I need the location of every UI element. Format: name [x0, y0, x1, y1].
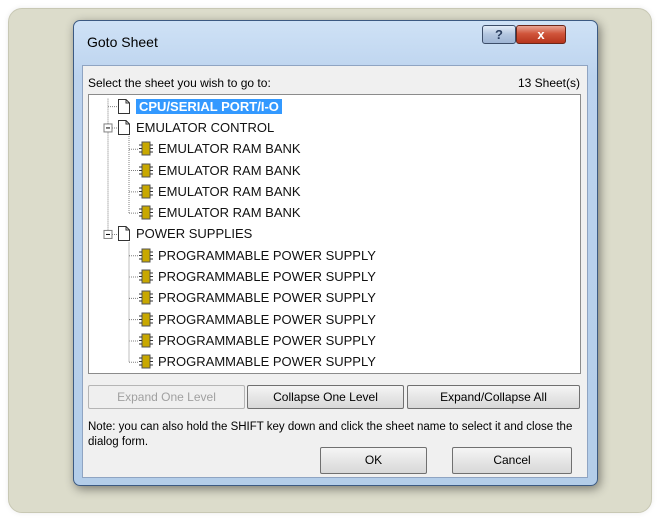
component-chip-icon: [139, 141, 153, 156]
component-chip-icon: [139, 163, 153, 178]
tree-item-component[interactable]: EMULATOR RAM BANK: [139, 182, 301, 201]
sheet-document-icon: [118, 98, 130, 114]
tree-item-component[interactable]: PROGRAMMABLE POWER SUPPLY: [139, 267, 376, 286]
tree-item-sheet[interactable]: POWER SUPPLIES: [117, 224, 252, 243]
cancel-button[interactable]: Cancel: [452, 447, 572, 474]
component-chip-icon: [139, 184, 153, 199]
sheet-document-icon: [118, 226, 130, 242]
tree-item-component[interactable]: EMULATOR RAM BANK: [139, 139, 301, 158]
tree-item-label: PROGRAMMABLE POWER SUPPLY: [158, 269, 376, 285]
tree-item-label: PROGRAMMABLE POWER SUPPLY: [158, 290, 376, 306]
sheet-tree[interactable]: CPU/SERIAL PORT/I-O EMULATOR CONTROL EMULA…: [88, 94, 581, 374]
tree-item-label: POWER SUPPLIES: [136, 226, 253, 242]
component-chip-icon: [139, 333, 153, 348]
sheet-document-icon: [118, 119, 130, 135]
tree-item-component[interactable]: PROGRAMMABLE POWER SUPPLY: [139, 310, 376, 329]
goto-sheet-dialog: Goto Sheet ? x Select the sheet you wish…: [73, 20, 598, 486]
help-icon: ?: [495, 27, 503, 42]
tree-item-sheet[interactable]: CPU/SERIAL PORT/I-O: [117, 97, 282, 116]
component-chip-icon: [139, 248, 153, 263]
tree-item-component[interactable]: PROGRAMMABLE POWER SUPPLY: [139, 352, 376, 371]
tree-item-sheet[interactable]: EMULATOR CONTROL: [117, 118, 274, 137]
expand-collapse-all-button[interactable]: Expand/Collapse All: [407, 385, 580, 409]
dialog-title: Goto Sheet: [87, 34, 158, 50]
tree-item-label: EMULATOR RAM BANK: [158, 141, 301, 157]
tree-item-label: CPU/SERIAL PORT/I-O: [136, 98, 282, 114]
tree-item-label: EMULATOR RAM BANK: [158, 183, 301, 199]
close-icon: x: [537, 27, 545, 42]
component-chip-icon: [139, 354, 153, 369]
tree-item-component[interactable]: PROGRAMMABLE POWER SUPPLY: [139, 288, 376, 307]
tree-item-label: EMULATOR CONTROL: [136, 119, 275, 135]
tree-item-label: PROGRAMMABLE POWER SUPPLY: [158, 247, 376, 263]
component-chip-icon: [139, 312, 153, 327]
component-chip-icon: [139, 290, 153, 305]
tree-item-label: EMULATOR RAM BANK: [158, 205, 301, 221]
title-bar[interactable]: Goto Sheet ? x: [74, 21, 597, 63]
help-button[interactable]: ?: [482, 25, 516, 44]
component-chip-icon: [139, 205, 153, 220]
expand-one-level-button[interactable]: Expand One Level: [88, 385, 245, 409]
tree-item-label: PROGRAMMABLE POWER SUPPLY: [158, 332, 376, 348]
tree-item-component[interactable]: EMULATOR RAM BANK: [139, 161, 301, 180]
component-chip-icon: [139, 269, 153, 284]
sheet-count-label: 13 Sheet(s): [517, 76, 580, 90]
tree-item-label: EMULATOR RAM BANK: [158, 162, 301, 178]
dialog-client-area: Select the sheet you wish to go to: 13 S…: [82, 65, 588, 478]
tree-item-label: PROGRAMMABLE POWER SUPPLY: [158, 311, 376, 327]
tree-item-label: PROGRAMMABLE POWER SUPPLY: [158, 354, 376, 370]
prompt-label: Select the sheet you wish to go to:: [88, 76, 271, 90]
tree-item-component[interactable]: PROGRAMMABLE POWER SUPPLY: [139, 331, 376, 350]
tree-item-component[interactable]: PROGRAMMABLE POWER SUPPLY: [139, 246, 376, 265]
collapse-one-level-button[interactable]: Collapse One Level: [247, 385, 404, 409]
close-button[interactable]: x: [516, 25, 566, 44]
ok-button[interactable]: OK: [320, 447, 427, 474]
tree-item-component[interactable]: EMULATOR RAM BANK: [139, 203, 301, 222]
note-text: Note: you can also hold the SHIFT key do…: [88, 421, 573, 448]
